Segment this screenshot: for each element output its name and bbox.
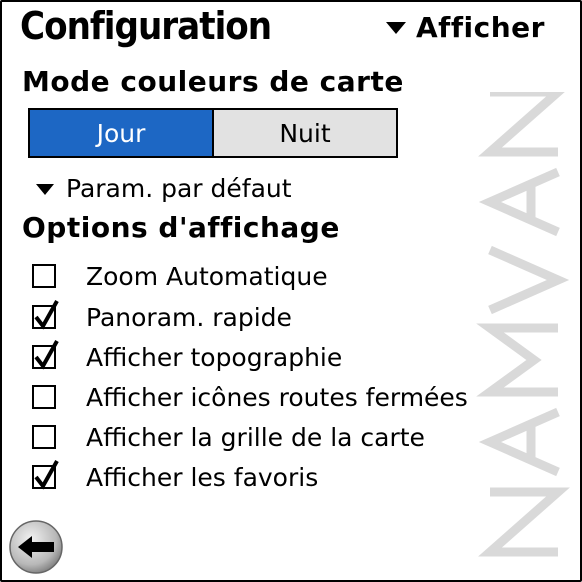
option-show-closed-road-icons[interactable]: Afficher icônes routes fermées bbox=[32, 377, 468, 417]
option-auto-zoom[interactable]: Zoom Automatique bbox=[32, 256, 328, 296]
default-settings-dropdown[interactable]: Param. par défaut bbox=[36, 172, 292, 206]
option-show-map-grid[interactable]: Afficher la grille de la carte bbox=[32, 417, 425, 457]
navman-watermark-logo bbox=[476, 92, 570, 557]
back-arrow-icon[interactable] bbox=[8, 519, 64, 575]
option-label: Afficher topographie bbox=[86, 342, 343, 372]
option-label: Afficher les favoris bbox=[86, 462, 319, 492]
display-options-label: Options d'affichage bbox=[22, 211, 340, 244]
checkbox[interactable] bbox=[32, 340, 59, 370]
default-settings-label: Param. par défaut bbox=[66, 174, 292, 203]
checkbox[interactable] bbox=[32, 425, 56, 449]
option-label: Zoom Automatique bbox=[86, 261, 328, 291]
checkmark-icon bbox=[34, 460, 59, 490]
checkbox[interactable] bbox=[32, 264, 56, 288]
checkbox[interactable] bbox=[32, 385, 56, 409]
night-mode-button[interactable]: Nuit bbox=[214, 110, 396, 156]
option-label: Afficher icônes routes fermées bbox=[86, 382, 468, 412]
display-menu-button[interactable]: Afficher bbox=[386, 8, 545, 48]
option-show-favorites[interactable]: Afficher les favoris bbox=[32, 457, 318, 497]
page-title: Configuration bbox=[20, 4, 272, 48]
day-mode-button[interactable]: Jour bbox=[30, 110, 214, 156]
option-show-topography[interactable]: Afficher topographie bbox=[32, 337, 342, 377]
checkmark-icon bbox=[34, 300, 59, 330]
option-quick-pan[interactable]: Panoram. rapide bbox=[32, 297, 292, 337]
display-menu-label: Afficher bbox=[416, 11, 545, 44]
checkbox[interactable] bbox=[32, 300, 59, 330]
triangle-down-icon bbox=[36, 183, 54, 195]
option-label: Afficher la grille de la carte bbox=[86, 422, 425, 452]
map-color-mode-selector: Jour Nuit bbox=[28, 108, 398, 158]
triangle-down-icon bbox=[386, 22, 406, 34]
checkbox[interactable] bbox=[32, 460, 59, 490]
checkmark-icon bbox=[34, 340, 59, 370]
option-label: Panoram. rapide bbox=[86, 302, 292, 332]
map-color-mode-label: Mode couleurs de carte bbox=[22, 65, 404, 98]
